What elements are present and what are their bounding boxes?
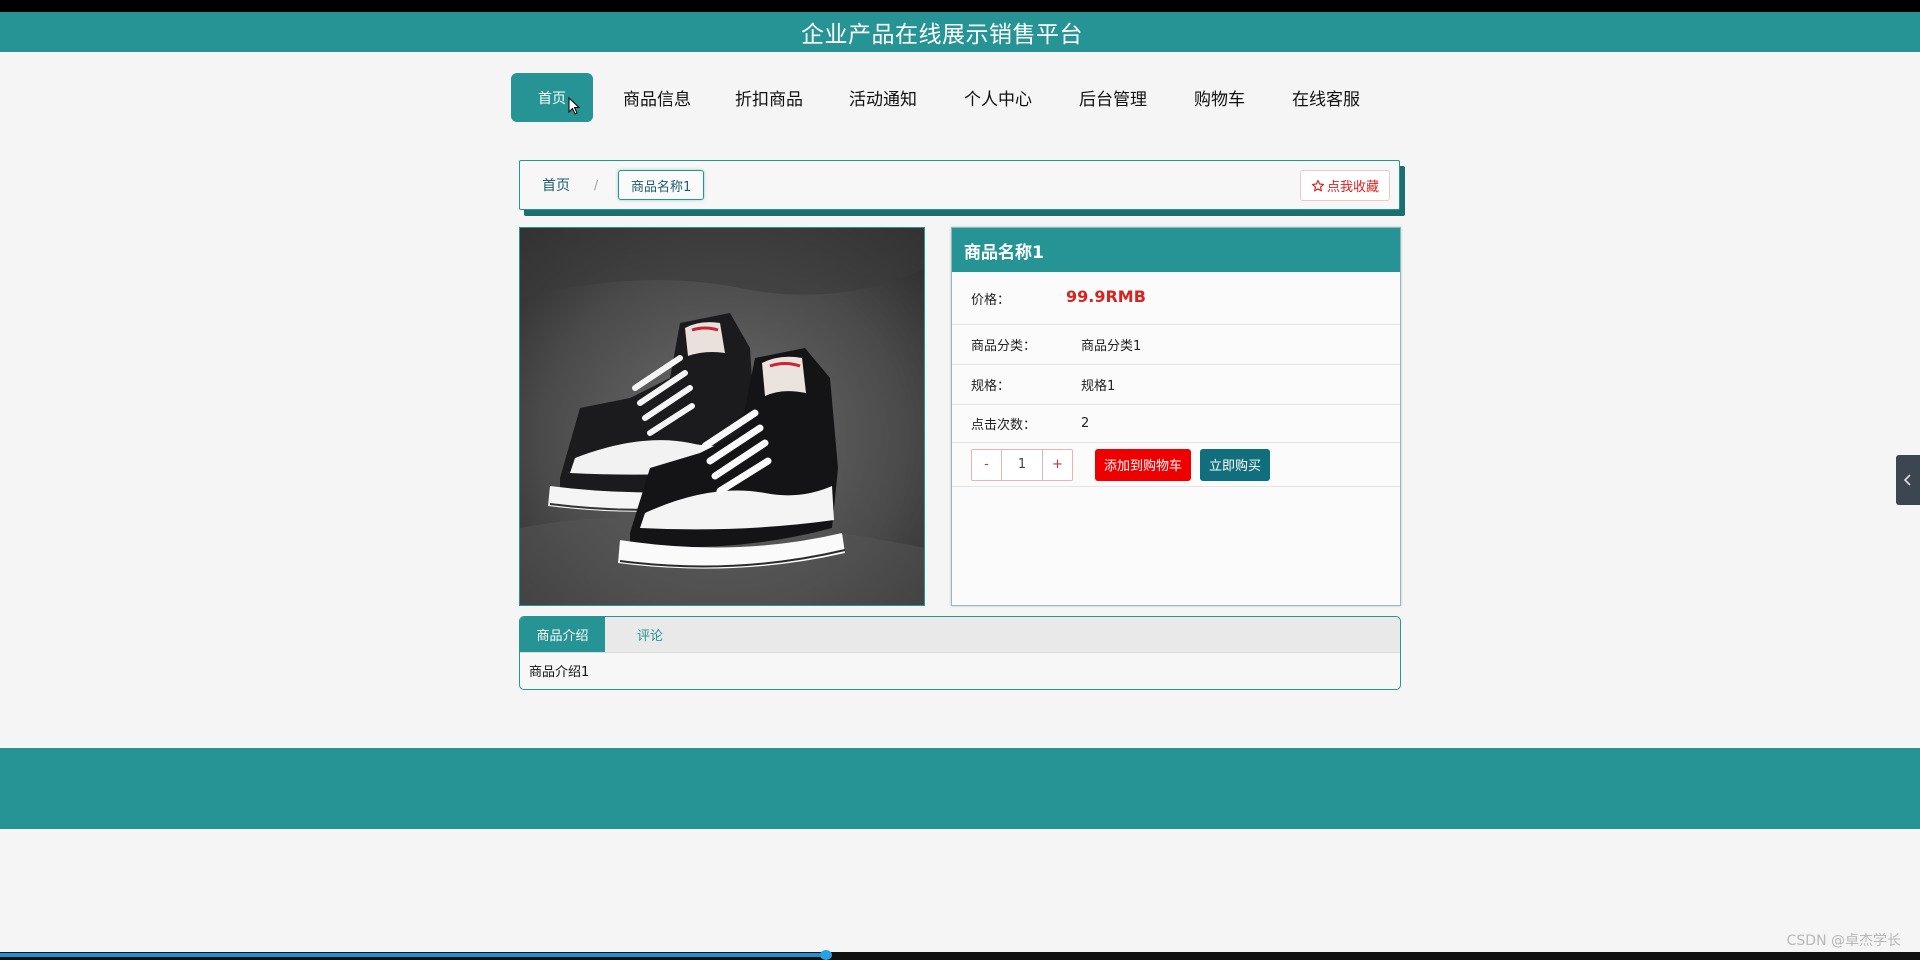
nav-item-products[interactable]: 商品信息 [623, 73, 691, 122]
price-label: 价格： [971, 292, 1011, 308]
nav-item-label: 后台管理 [1079, 90, 1147, 110]
quantity-input[interactable]: 1 [1001, 449, 1043, 480]
breadcrumb: 首页 / 商品名称1 点我收藏 [519, 160, 1400, 210]
favorite-label: 点我收藏 [1326, 180, 1379, 195]
spec-row: 规格： 规格1 [952, 365, 1400, 405]
progress-knob[interactable] [820, 950, 832, 960]
site-title: 企业产品在线展示销售平台 [801, 22, 1083, 48]
sneaker-photo [520, 228, 924, 605]
tab-description[interactable]: 商品介绍 [520, 617, 605, 652]
chevron-left-icon [1903, 474, 1911, 486]
tab-comments[interactable]: 评论 [605, 617, 695, 652]
breadcrumb-home-link[interactable]: 首页 [542, 175, 570, 195]
spec-label: 规格： [971, 379, 1011, 394]
page: 企业产品在线展示销售平台 首页 商品信息 折扣商品 活动通知 个人中心 后台管理… [0, 0, 1920, 960]
clicks-label: 点击次数： [971, 418, 1037, 433]
nav-item-label: 折扣商品 [735, 90, 803, 110]
top-strip [0, 0, 1920, 12]
clicks-value: 2 [1081, 416, 1090, 431]
nav-item-cart[interactable]: 购物车 [1194, 73, 1245, 122]
tab-content: 商品介绍1 [529, 665, 590, 680]
nav-item-label: 首页 [538, 90, 566, 107]
tabs-header: 商品介绍 评论 [520, 617, 1400, 653]
nav-item-label: 在线客服 [1292, 90, 1360, 110]
product-image [519, 227, 925, 606]
add-to-cart-button[interactable]: 添加到购物车 [1095, 448, 1192, 481]
breadcrumb-separator: / [594, 178, 599, 192]
nav-item-label: 活动通知 [849, 90, 917, 110]
star-icon [1311, 179, 1325, 191]
breadcrumb-current[interactable]: 商品名称1 [618, 170, 705, 200]
main-nav: 首页 商品信息 折扣商品 活动通知 个人中心 后台管理 购物车 在线客服 [511, 73, 1360, 122]
nav-item-activity[interactable]: 活动通知 [849, 73, 917, 122]
spec-value: 规格1 [1081, 379, 1116, 394]
favorite-button[interactable]: 点我收藏 [1299, 170, 1390, 201]
category-value: 商品分类1 [1081, 339, 1142, 354]
product-tabs: 商品介绍 评论 商品介绍1 [519, 616, 1401, 690]
nav-item-label: 商品信息 [623, 90, 691, 110]
product-name: 商品名称1 [952, 228, 1400, 272]
watermark: CSDN @卓杰学长 [1786, 933, 1901, 949]
decrement-button[interactable]: - [972, 450, 1001, 480]
quantity-stepper: - 1 + [971, 448, 1073, 481]
nav-item-admin[interactable]: 后台管理 [1079, 73, 1147, 122]
actions-row: - 1 + 添加到购物车 立即购买 [952, 443, 1400, 487]
nav-item-label: 购物车 [1194, 90, 1245, 110]
header: 企业产品在线展示销售平台 [0, 12, 1920, 52]
increment-button[interactable]: + [1043, 450, 1072, 480]
price-row: 价格： 99.9RMB [952, 272, 1400, 325]
buy-now-button[interactable]: 立即购买 [1200, 448, 1271, 481]
mouse-cursor-icon [568, 97, 580, 115]
nav-item-home[interactable]: 首页 [511, 73, 593, 122]
side-panel-toggle[interactable] [1896, 455, 1920, 505]
clicks-row: 点击次数： 2 [952, 405, 1400, 443]
nav-item-profile[interactable]: 个人中心 [964, 73, 1032, 122]
nav-item-discount[interactable]: 折扣商品 [735, 73, 803, 122]
footer [0, 748, 1920, 829]
video-progress-bar[interactable] [0, 953, 828, 957]
nav-item-label: 个人中心 [964, 90, 1032, 110]
price-value: 99.9RMB [1066, 287, 1146, 306]
category-label: 商品分类： [971, 339, 1037, 354]
product-info-panel: 商品名称1 价格： 99.9RMB 商品分类： 商品分类1 规格： 规格1 点击… [951, 227, 1401, 606]
nav-item-support[interactable]: 在线客服 [1292, 73, 1360, 122]
category-row: 商品分类： 商品分类1 [952, 325, 1400, 365]
